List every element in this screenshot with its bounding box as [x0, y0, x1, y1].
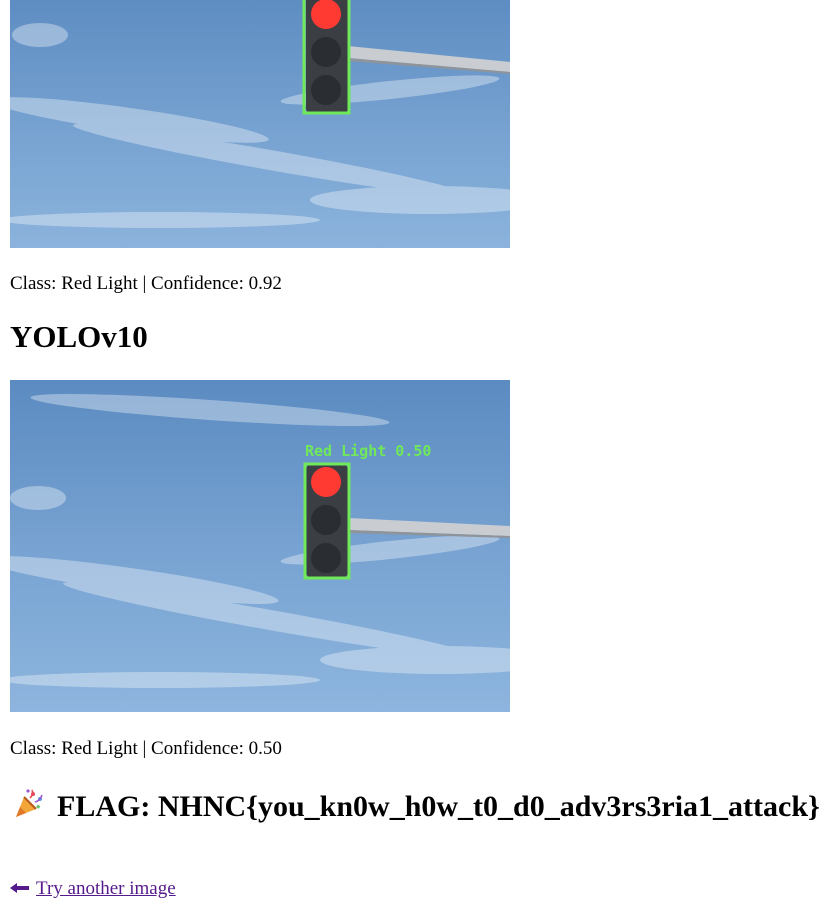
flag-heading: FLAG: NHNC{you_kn0w_h0w_t0_d0_adv3rs3ria… — [13, 788, 820, 826]
detection-caption-2: Class: Red Light | Confidence: 0.50 — [10, 738, 282, 759]
detection-caption-1: Class: Red Light | Confidence: 0.92 — [10, 273, 282, 294]
detection-label: Red Light 0.50 — [305, 442, 431, 460]
try-another-image-link[interactable]: Try another image — [10, 877, 176, 901]
traffic-light-photo — [10, 0, 510, 248]
model-heading: YOLOv10 — [10, 319, 148, 354]
left-arrow-icon — [10, 877, 30, 893]
party-popper-icon — [13, 788, 45, 820]
detection-image-1 — [10, 0, 510, 248]
flag-text: FLAG: NHNC{you_kn0w_h0w_t0_d0_adv3rs3ria… — [57, 790, 820, 823]
detection-image-2: Red Light 0.50 — [10, 380, 510, 712]
traffic-light-photo: Red Light 0.50 — [10, 380, 510, 712]
back-link-label: Try another image — [36, 878, 176, 899]
